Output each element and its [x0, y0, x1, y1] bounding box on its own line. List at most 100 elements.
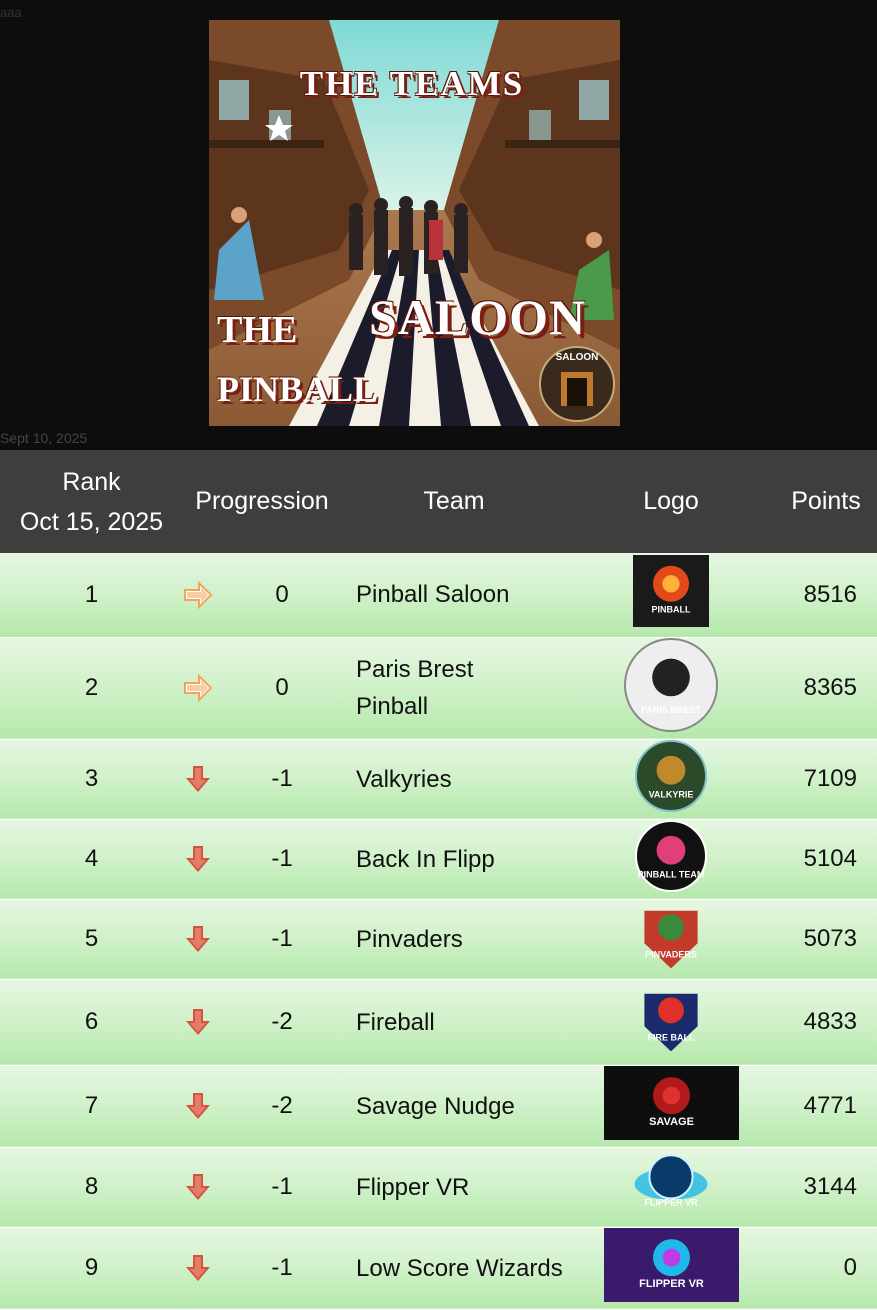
flipper-vr-logo-graphic: FLIPPER VR [634, 1153, 708, 1207]
team-name-cell: Back In Flipp [341, 819, 567, 900]
points-cell: 8365 [775, 637, 877, 740]
banner-date: Sept 10, 2025 [0, 430, 88, 446]
header-points: Points [775, 450, 877, 553]
rank-cell: 3 [0, 739, 183, 820]
fireball-logo-graphic: FIRE BALL [644, 993, 698, 1051]
logo-cell: PINBALL [567, 553, 775, 638]
trend-cell [183, 1065, 223, 1148]
logo-text: SAVAGE [649, 1116, 694, 1128]
points-cell: 0 [775, 1227, 877, 1310]
back-in-flipp-logo-graphic: PINBALL TEAM [635, 819, 707, 892]
table-row: 4 -1 Back In Flipp PINBALL TEAM 5104 [0, 819, 877, 900]
team-name-cell: Flipper VR [341, 1147, 567, 1228]
logo-cell: PINBALL TEAM [567, 819, 775, 900]
logo-cell: PARIS BREST [567, 637, 775, 740]
rank-cell: 7 [0, 1065, 183, 1148]
rank-cell: 2 [0, 637, 183, 740]
pinvaders-logo-graphic: PINVADERS [644, 910, 698, 968]
progression-cell: -1 [223, 899, 341, 980]
low-score-wizards-logo-graphic: FLIPPER VR [603, 1227, 739, 1302]
back-in-flipp-logo: PINBALL TEAM [633, 819, 709, 899]
logo-text: VALKYRIE [649, 789, 694, 799]
team-name-cell: Valkyries [341, 739, 567, 820]
points-cell: 3144 [775, 1147, 877, 1228]
header-team: Team [341, 450, 567, 553]
valkyries-logo: VALKYRIE [633, 739, 709, 819]
logo-cell: FLIPPER VR [567, 1147, 775, 1228]
flipper-vr-logo: FLIPPER VR [633, 1148, 709, 1227]
rank-cell: 4 [0, 819, 183, 900]
logo-cell: VALKYRIE [567, 739, 775, 820]
arrow-down-icon [186, 1009, 210, 1035]
points-cell: 7109 [775, 739, 877, 820]
trend-cell [183, 637, 223, 740]
header-progression: Progression [183, 450, 341, 553]
points-cell: 8516 [775, 553, 877, 638]
table-row: 9 -1 Low Score Wizards FLIPPER VR 0 [0, 1227, 877, 1310]
points-cell: 5104 [775, 819, 877, 900]
table-row: 1 0 Pinball Saloon PINBALL 8516 [0, 553, 877, 638]
progression-cell: -1 [223, 1227, 341, 1310]
logo-text: FIRE BALL [648, 1032, 695, 1042]
table-row: 3 -1 Valkyries VALKYRIE 7109 [0, 739, 877, 820]
rank-cell: 6 [0, 979, 183, 1066]
table-row: 2 0 Paris Brest Pinball PARIS BREST 8365 [0, 637, 877, 740]
header-rank: Rank Oct 15, 2025 [0, 450, 183, 553]
ranking-table: Rank Oct 15, 2025 Progression Team Logo … [0, 450, 877, 1310]
header-logo: Logo [567, 450, 775, 553]
header-rank-date: Oct 15, 2025 [19, 507, 164, 536]
savage-nudge-logo-graphic: SAVAGE [603, 1065, 739, 1140]
trend-cell [183, 899, 223, 980]
logo-cell: PINVADERS [567, 899, 775, 980]
trend-cell [183, 979, 223, 1066]
header-rank-label: Rank [62, 467, 121, 496]
arrow-down-icon [186, 1174, 210, 1200]
rank-cell: 9 [0, 1227, 183, 1310]
progression-cell: -2 [223, 979, 341, 1066]
poster-word-the: THE [217, 309, 298, 351]
logo-cell: SAVAGE [567, 1065, 775, 1148]
logo-text: PINBALL TEAM [638, 869, 705, 879]
poster-word-saloon: SALOON [369, 289, 587, 345]
points-cell: 4771 [775, 1065, 877, 1148]
logo-text: PINBALL [652, 605, 691, 615]
progression-cell: -2 [223, 1065, 341, 1148]
points-cell: 5073 [775, 899, 877, 980]
team-name-cell: Low Score Wizards [341, 1227, 567, 1310]
trend-cell [183, 739, 223, 820]
pinball-saloon-logo-graphic: PINBALL [633, 555, 709, 628]
low-score-wizards-logo: FLIPPER VR [603, 1227, 739, 1309]
logo-cell: FLIPPER VR [567, 1227, 775, 1310]
poster-image: THE TEAMS THE PINBALL SALOON SALOON [209, 20, 620, 426]
rank-cell: 1 [0, 553, 183, 638]
table-row: 6 -2 Fireball FIRE BALL 4833 [0, 979, 877, 1066]
trend-cell [183, 1227, 223, 1310]
arrow-down-icon [186, 766, 210, 792]
arrow-down-icon [186, 1093, 210, 1119]
logo-text: FLIPPER VR [639, 1278, 704, 1290]
points-cell: 4833 [775, 979, 877, 1066]
rank-cell: 5 [0, 899, 183, 980]
team-name-cell: Savage Nudge [341, 1065, 567, 1148]
table-row: 7 -2 Savage Nudge SAVAGE 4771 [0, 1065, 877, 1148]
logo-text: PARIS BREST [641, 705, 701, 715]
poster-badge-text: SALOON [555, 352, 599, 363]
progression-cell: -1 [223, 1147, 341, 1228]
valkyries-logo-graphic: VALKYRIE [635, 739, 707, 812]
fireball-logo: FIRE BALL [633, 983, 709, 1062]
logo-text: FLIPPER VR [644, 1197, 698, 1207]
paris-brest-logo-graphic: PARIS BREST [624, 637, 718, 732]
progression-cell: 0 [223, 553, 341, 638]
team-name-cell: Pinvaders [341, 899, 567, 980]
logo-text: PINVADERS [645, 949, 697, 959]
team-name-cell: Pinball Saloon [341, 553, 567, 638]
table-row: 8 -1 Flipper VR FLIPPER VR 3144 [0, 1147, 877, 1228]
trend-cell [183, 819, 223, 900]
progression-cell: 0 [223, 637, 341, 740]
arrow-right-icon [184, 580, 213, 610]
logo-cell: FIRE BALL [567, 979, 775, 1066]
arrow-down-icon [186, 926, 210, 952]
corner-label: aaa [0, 5, 22, 20]
trend-cell [183, 553, 223, 638]
poster-word-pinball: PINBALL [217, 369, 378, 409]
